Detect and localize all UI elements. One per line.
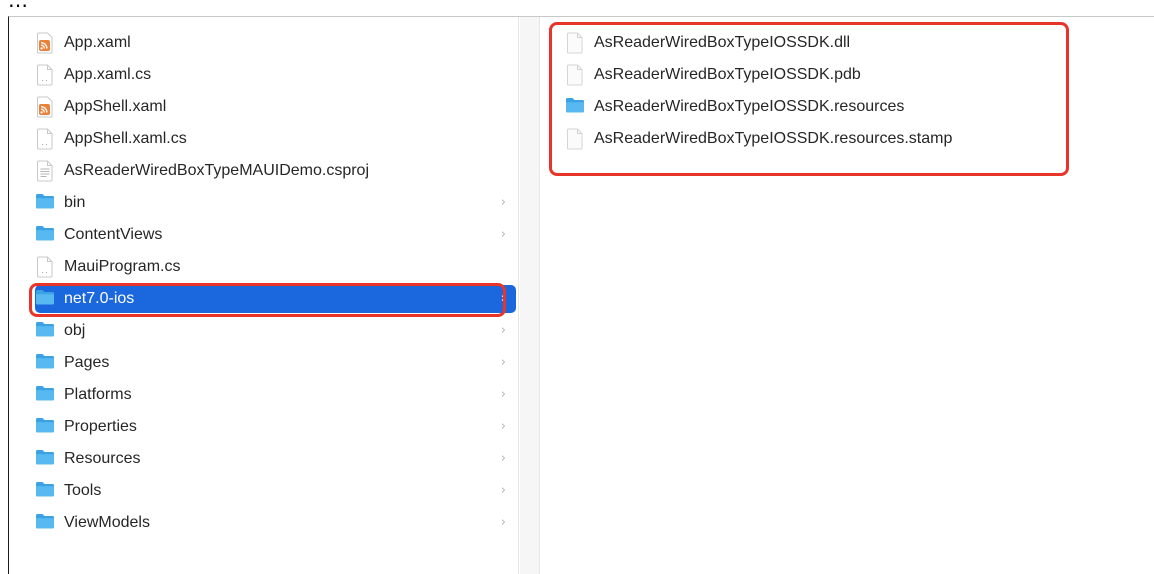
chevron-right-icon: › [500,227,506,242]
folder-icon [35,320,55,342]
column-net7-ios-contents[interactable]: AsReaderWiredBoxTypeIOSSDK.dll AsReaderWi… [541,17,1154,574]
folder-icon [565,96,585,118]
sidebar-item-pages[interactable]: Pages › [35,349,516,377]
chevron-right-icon: › [500,355,506,370]
chevron-right-icon: › [500,451,506,466]
document-file-icon [35,160,55,182]
sidebar-item-resources[interactable]: Resources › [35,445,516,473]
content-item-label: AsReaderWiredBoxTypeIOSSDK.dll [594,34,851,51]
sidebar-item-contentviews[interactable]: ContentViews › [35,221,516,249]
content-item-label: AsReaderWiredBoxTypeIOSSDK.resources [594,98,905,115]
chevron-right-icon: › [500,323,506,338]
blank-file-icon [565,64,585,86]
sidebar-item-appshell-xaml[interactable]: AppShell.xaml [35,93,516,121]
sidebar-item-tools[interactable]: Tools › [35,477,516,505]
sidebar-item-label: App.xaml [64,34,131,51]
column-gutter [520,17,540,574]
folder-icon [35,416,55,438]
content-item-label: AsReaderWiredBoxTypeIOSSDK.resources.sta… [594,130,953,147]
folder-icon [35,288,55,310]
folder-icon [35,352,55,374]
sidebar-item-net7-0-ios[interactable]: net7.0-ios › [35,285,516,313]
content-item-asreaderwiredboxtypeiossdk-pdb[interactable]: AsReaderWiredBoxTypeIOSSDK.pdb [565,61,1125,89]
sidebar-item-app-xaml[interactable]: App.xaml [35,29,516,57]
chevron-right-icon: › [500,483,506,498]
blank-file-icon [565,32,585,54]
sidebar-item-mauiprogram-cs[interactable]: .. MauiProgram.cs [35,253,516,281]
sidebar-item-label: obj [64,322,86,339]
caption-fragment: … [8,0,28,12]
sidebar-item-appshell-xaml-cs[interactable]: .. AppShell.xaml.cs [35,125,516,153]
folder-icon [35,384,55,406]
sidebar-item-platforms[interactable]: Platforms › [35,381,516,409]
sidebar-item-obj[interactable]: obj › [35,317,516,345]
code-file-icon: .. [35,64,55,86]
chevron-right-icon: › [500,419,506,434]
sidebar-item-label: bin [64,194,86,211]
blank-file-icon [565,128,585,150]
sidebar-item-label: ContentViews [64,226,163,243]
sidebar-item-label: Pages [64,354,110,371]
chevron-right-icon: › [500,515,506,530]
chevron-right-icon: › [500,387,506,402]
sidebar-item-label: AppShell.xaml [64,98,167,115]
content-item-asreaderwiredboxtypeiossdk-dll[interactable]: AsReaderWiredBoxTypeIOSSDK.dll [565,29,1125,57]
sidebar-item-properties[interactable]: Properties › [35,413,516,441]
sidebar-item-label: Resources [64,450,141,467]
chevron-right-icon: › [500,195,506,210]
chevron-right-icon: › [500,291,506,306]
sidebar-item-app-xaml-cs[interactable]: .. App.xaml.cs [35,61,516,89]
sidebar-item-bin[interactable]: bin › [35,189,516,217]
sidebar-item-label: Tools [64,482,102,499]
content-item-asreaderwiredboxtypeiossdk-resources-stamp[interactable]: AsReaderWiredBoxTypeIOSSDK.resources.sta… [565,125,1125,153]
sidebar-item-label: MauiProgram.cs [64,258,181,275]
svg-text:..: .. [41,76,48,83]
rss-file-icon [35,96,55,118]
folder-icon [35,192,55,214]
column-project-files[interactable]: App.xaml.. App.xaml.cs AppShell.xaml.. AppS… [9,17,519,574]
sidebar-item-label: AsReaderWiredBoxTypeMAUIDemo.csproj [64,162,369,179]
sidebar-item-label: AppShell.xaml.cs [64,130,187,147]
sidebar-item-label: ViewModels [64,514,150,531]
rss-file-icon [35,32,55,54]
folder-icon [35,224,55,246]
folder-icon [35,448,55,470]
content-item-asreaderwiredboxtypeiossdk-resources[interactable]: AsReaderWiredBoxTypeIOSSDK.resources [565,93,1125,121]
sidebar-item-asreaderwiredboxtypemauidemo-csproj[interactable]: AsReaderWiredBoxTypeMAUIDemo.csproj [35,157,516,185]
svg-text:..: .. [41,268,48,275]
sidebar-item-label: App.xaml.cs [64,66,152,83]
code-file-icon: .. [35,128,55,150]
svg-text:..: .. [41,140,48,147]
sidebar-item-label: net7.0-ios [64,290,135,307]
folder-icon [35,480,55,502]
sidebar-item-viewmodels[interactable]: ViewModels › [35,509,516,537]
content-item-label: AsReaderWiredBoxTypeIOSSDK.pdb [594,66,861,83]
sidebar-item-label: Platforms [64,386,132,403]
folder-icon [35,512,55,534]
code-file-icon: .. [35,256,55,278]
sidebar-item-label: Properties [64,418,137,435]
